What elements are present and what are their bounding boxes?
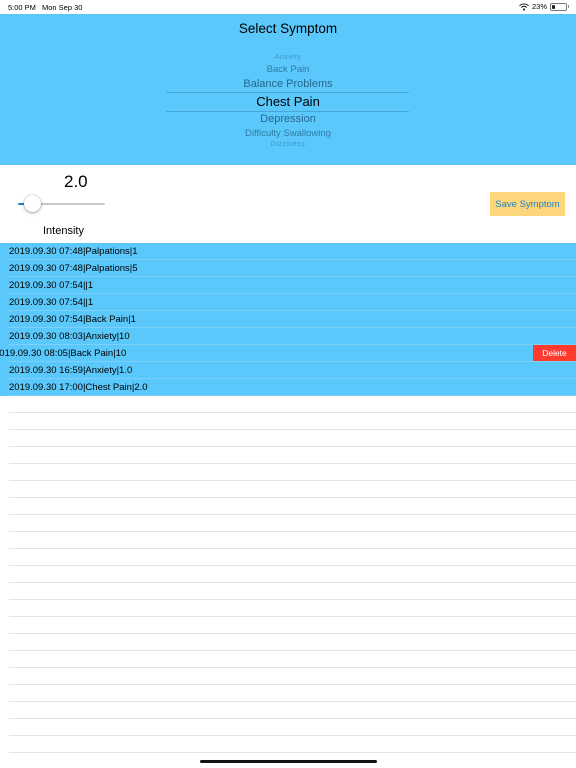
list-item[interactable]: 2019.09.30 08:05|Back Pain|10 Delete [0, 345, 576, 362]
entry-text: 2019.09.30 07:54||1 [9, 297, 94, 308]
empty-row-separator [9, 667, 576, 668]
intensity-label: Intensity [43, 225, 84, 237]
empty-row-separator [9, 531, 576, 532]
empty-row-separator [9, 650, 576, 651]
empty-row-separator [9, 497, 576, 498]
picker-title: Select Symptom [238, 21, 338, 36]
status-right: 23% [519, 2, 569, 11]
list-item[interactable]: 2019.09.30 08:03|Anxiety|10 [0, 328, 576, 345]
empty-row-separator [9, 599, 576, 600]
entry-text: 2019.09.30 08:05|Back Pain|10 [0, 348, 127, 359]
empty-row-separator [9, 548, 576, 549]
picker-selection-line-top [166, 92, 409, 93]
list-item[interactable]: 2019.09.30 07:48|Palpations|5 [0, 260, 576, 277]
list-item[interactable]: 2019.09.30 16:59|Anxiety|1.0 [0, 362, 576, 379]
battery-percent: 23% [531, 2, 547, 11]
empty-row-separator [9, 633, 576, 634]
wifi-icon [519, 3, 529, 11]
picker-item[interactable]: Anxiety [0, 54, 576, 61]
save-symptom-button[interactable]: Save Symptom [490, 192, 565, 216]
entry-text: 2019.09.30 07:48|Palpations|5 [9, 263, 138, 274]
empty-row-separator [9, 412, 576, 413]
empty-row-separator [9, 701, 576, 702]
picker-item[interactable]: Depression [0, 113, 576, 125]
list-item[interactable]: 2019.09.30 17:00|Chest Pain|2.0 [0, 379, 576, 396]
empty-row-separator [9, 514, 576, 515]
empty-row-separator [9, 582, 576, 583]
empty-row-separator [9, 463, 576, 464]
empty-row-separator [9, 480, 576, 481]
status-bar: 5:00 PM Mon Sep 30 23% [0, 0, 576, 14]
empty-row-separator [9, 565, 576, 566]
entry-text: 2019.09.30 07:54|Back Pain|1 [9, 314, 136, 325]
home-indicator [200, 760, 377, 763]
entry-text: 2019.09.30 16:59|Anxiety|1.0 [9, 365, 133, 376]
entry-text: 2019.09.30 17:00|Chest Pain|2.0 [9, 382, 148, 393]
picker-item[interactable]: Difficulty Swallowing [0, 128, 576, 139]
row-separator [8, 395, 576, 396]
status-date: Mon Sep 30 [42, 3, 83, 12]
symptom-picker-panel: Select Symptom Anxiety Back Pain Balance P… [0, 14, 576, 165]
picker-item[interactable]: Back Pain [0, 64, 576, 75]
battery-icon [550, 2, 569, 11]
list-item[interactable]: 2019.09.30 07:54||1 [0, 294, 576, 311]
empty-row-separator [9, 718, 576, 719]
picker-selection-line-bottom [166, 111, 409, 112]
empty-row-separator [9, 429, 576, 430]
list-item[interactable]: 2019.09.30 07:54||1 [0, 277, 576, 294]
picker-item[interactable]: Dizziness [0, 141, 576, 148]
status-time: 5:00 PM [8, 3, 36, 12]
empty-row-separator [9, 752, 576, 753]
picker-item-selected[interactable]: Chest Pain [0, 94, 576, 109]
entry-text: 2019.09.30 07:54||1 [9, 280, 94, 291]
empty-row-separator [9, 684, 576, 685]
list-item[interactable]: 2019.09.30 07:48|Palpations|1 [0, 243, 576, 260]
intensity-value: 2.0 [64, 172, 88, 191]
entry-text: 2019.09.30 08:03|Anxiety|10 [9, 331, 130, 342]
list-item[interactable]: 2019.09.30 07:54|Back Pain|1 [0, 311, 576, 328]
empty-row-separator [9, 616, 576, 617]
delete-button[interactable]: Delete [533, 345, 576, 362]
intensity-slider-thumb[interactable] [24, 195, 41, 212]
empty-row-separator [9, 735, 576, 736]
picker-item[interactable]: Balance Problems [0, 78, 576, 90]
entry-text: 2019.09.30 07:48|Palpations|1 [9, 246, 138, 257]
empty-row-separator [9, 446, 576, 447]
